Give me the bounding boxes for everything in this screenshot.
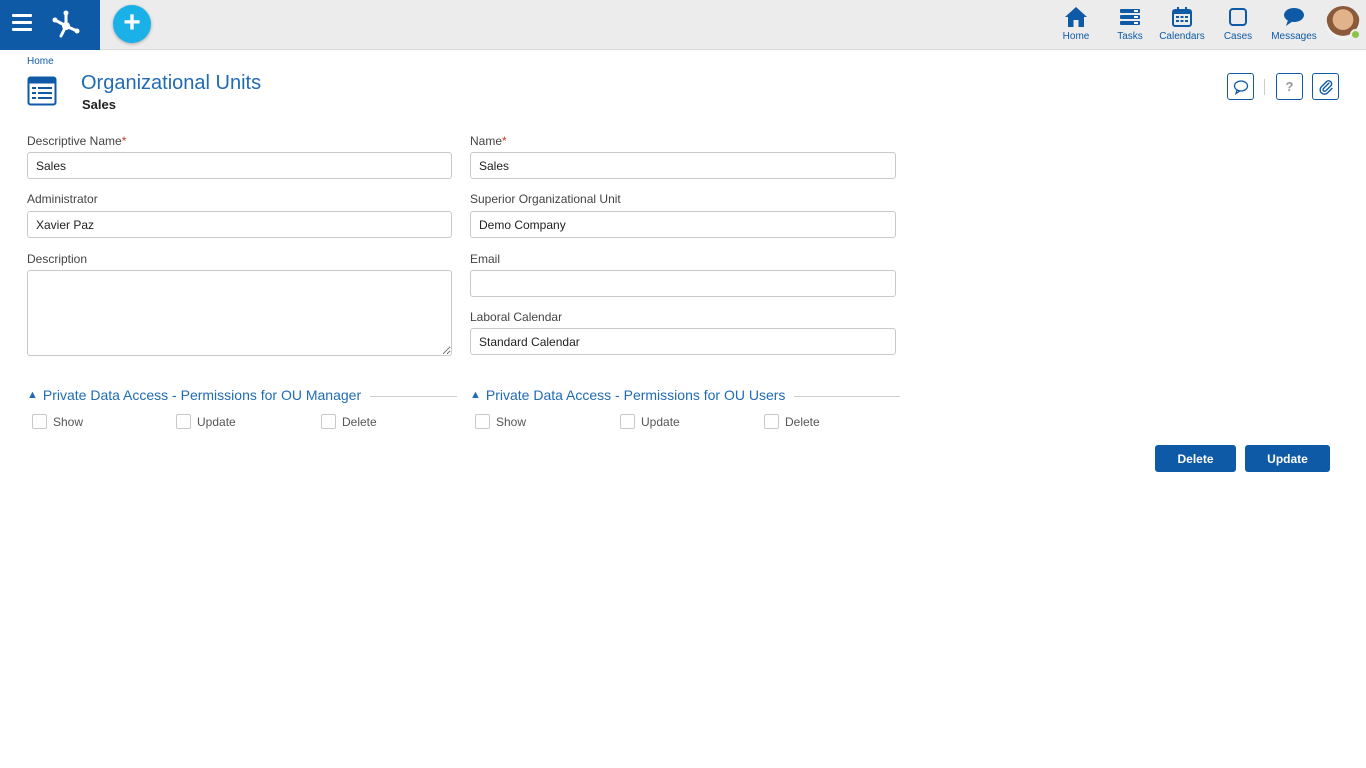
- online-status-icon: [1350, 29, 1361, 40]
- comment-icon: [1233, 79, 1248, 95]
- administrator-input[interactable]: [27, 211, 452, 238]
- header-divider: [1264, 79, 1265, 95]
- required-marker: *: [121, 134, 127, 148]
- nav-tasks-label: Tasks: [1117, 31, 1143, 42]
- superior-unit-label: Superior Organizational Unit: [470, 192, 621, 206]
- checkbox-label: Delete: [342, 414, 377, 429]
- manager-update-checkbox[interactable]: Update: [176, 414, 236, 429]
- superior-unit-input[interactable]: [470, 211, 896, 238]
- help-icon: ?: [1285, 79, 1294, 94]
- chevron-up-icon[interactable]: ▲: [27, 389, 38, 401]
- top-bar: + Home Tasks Calendars Cases Messages: [0, 0, 1366, 50]
- nav-cases-label: Cases: [1223, 31, 1253, 42]
- description-label: Description: [27, 252, 88, 266]
- nav-messages[interactable]: Messages: [1266, 6, 1322, 42]
- description-textarea[interactable]: [27, 270, 452, 356]
- page-title: Organizational Units: [81, 72, 262, 94]
- section-divider: [370, 396, 457, 397]
- help-button[interactable]: ?: [1276, 73, 1303, 100]
- descriptive-name-label: Descriptive Name*: [27, 134, 127, 148]
- section-ou-users-title[interactable]: Private Data Access - Permissions for OU…: [486, 387, 786, 403]
- checkbox-label: Show: [53, 414, 84, 429]
- section-ou-users-permissions: ▲ Private Data Access - Permissions for …: [470, 385, 900, 405]
- tasks-icon: [1120, 9, 1140, 25]
- nav-tasks[interactable]: Tasks: [1102, 6, 1158, 42]
- checkbox-label: Update: [641, 414, 680, 429]
- section-ou-manager-permissions: ▲ Private Data Access - Permissions for …: [27, 385, 457, 405]
- email-input[interactable]: [470, 270, 896, 297]
- checkbox-box[interactable]: [321, 414, 336, 429]
- nav-home[interactable]: Home: [1048, 6, 1104, 42]
- paperclip-icon: [1318, 79, 1333, 95]
- delete-button[interactable]: Delete: [1155, 445, 1236, 472]
- checkbox-label: Delete: [785, 414, 820, 429]
- name-label: Name*: [470, 134, 507, 148]
- checkbox-box[interactable]: [32, 414, 47, 429]
- manager-delete-checkbox[interactable]: Delete: [321, 414, 377, 429]
- nav-calendars[interactable]: Calendars: [1154, 6, 1210, 42]
- breadcrumb-home[interactable]: Home: [27, 56, 54, 67]
- nav-home-label: Home: [1062, 31, 1090, 42]
- comments-button[interactable]: [1227, 73, 1254, 100]
- laboral-calendar-input[interactable]: [470, 328, 896, 355]
- checkbox-box[interactable]: [620, 414, 635, 429]
- laboral-calendar-label: Laboral Calendar: [470, 310, 563, 324]
- users-update-checkbox[interactable]: Update: [620, 414, 680, 429]
- checkbox-box[interactable]: [176, 414, 191, 429]
- checkbox-box[interactable]: [475, 414, 490, 429]
- app-logo-icon[interactable]: [50, 8, 82, 40]
- update-button[interactable]: Update: [1245, 445, 1330, 472]
- checkbox-box[interactable]: [764, 414, 779, 429]
- users-show-checkbox[interactable]: Show: [475, 414, 526, 429]
- required-marker: *: [502, 134, 507, 148]
- attachments-button[interactable]: [1312, 73, 1339, 100]
- calendar-icon: [1172, 7, 1192, 27]
- page-subtitle: Sales: [82, 97, 116, 112]
- messages-icon: [1284, 8, 1304, 26]
- brand-area: [0, 0, 100, 50]
- nav-calendars-label: Calendars: [1159, 31, 1205, 42]
- hamburger-menu-icon[interactable]: [12, 14, 32, 32]
- nav-cases[interactable]: Cases: [1210, 6, 1266, 42]
- cases-icon: [1229, 8, 1247, 26]
- add-new-button[interactable]: +: [113, 5, 151, 43]
- home-icon: [1065, 7, 1087, 27]
- users-delete-checkbox[interactable]: Delete: [764, 414, 820, 429]
- section-divider: [794, 396, 900, 397]
- nav-messages-label: Messages: [1271, 31, 1317, 42]
- chevron-up-icon[interactable]: ▲: [470, 389, 481, 401]
- name-input[interactable]: [470, 152, 896, 179]
- organizational-units-icon: [27, 76, 57, 106]
- email-label: Email: [470, 252, 501, 266]
- checkbox-label: Show: [496, 414, 527, 429]
- manager-show-checkbox[interactable]: Show: [32, 414, 83, 429]
- descriptive-name-input[interactable]: [27, 152, 452, 179]
- administrator-label: Administrator: [27, 192, 98, 206]
- section-ou-manager-title[interactable]: Private Data Access - Permissions for OU…: [43, 387, 361, 403]
- checkbox-label: Update: [197, 414, 236, 429]
